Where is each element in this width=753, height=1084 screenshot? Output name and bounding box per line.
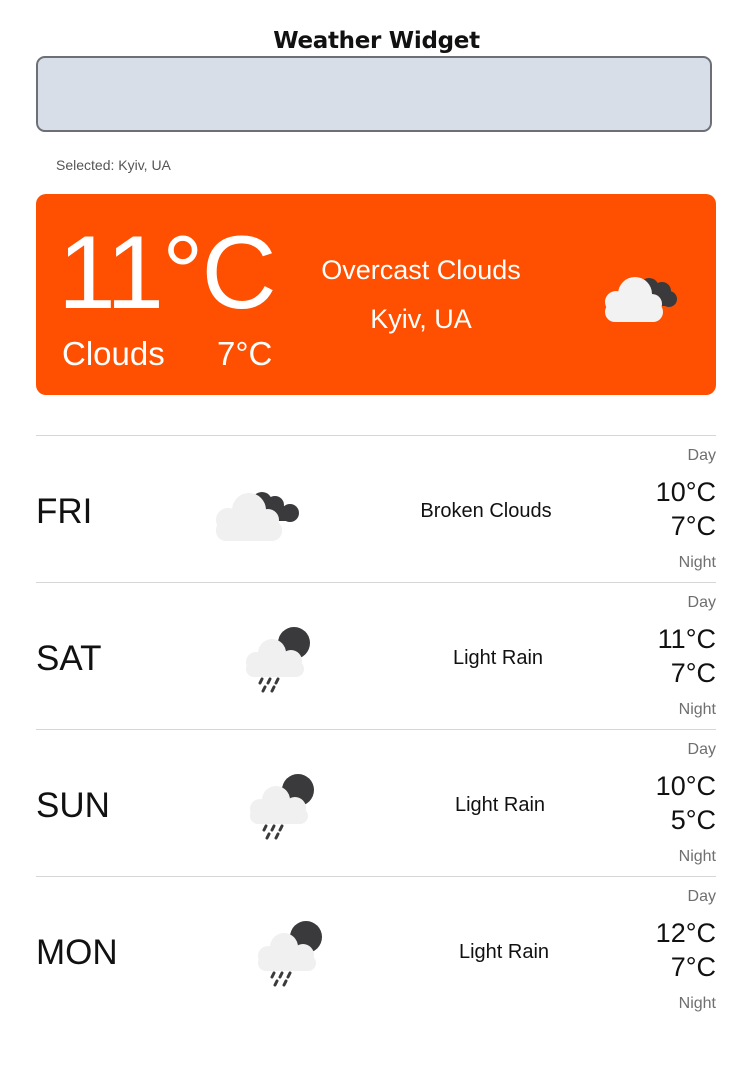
light-rain-icon xyxy=(246,627,310,693)
night-label: Night xyxy=(678,848,716,865)
forecast-row-sat: SAT Light Rain Day 11°C 7°C Night xyxy=(36,582,716,729)
current-description: Overcast Clouds xyxy=(321,255,521,285)
current-temperature: 11°C xyxy=(58,215,277,331)
light-rain-icon xyxy=(258,921,322,987)
page-title: Weather Widget xyxy=(273,28,480,54)
night-temperature: 5°C xyxy=(670,805,716,835)
forecast-row-sun: SUN Light Rain Day 10°C 5°C Night xyxy=(36,729,716,876)
forecast-description: Light Rain xyxy=(458,941,550,963)
forecast-day: FRI xyxy=(36,492,93,531)
broken-clouds-icon xyxy=(216,492,299,541)
forecast-day: SUN xyxy=(36,786,110,825)
night-label: Night xyxy=(678,995,716,1012)
day-label: Day xyxy=(687,447,716,464)
forecast-description: Light Rain xyxy=(454,794,546,816)
current-weather-card: 11°C Clouds 7°C Overcast Clouds Kyiv, UA xyxy=(36,194,716,395)
day-temperature: 12°C xyxy=(655,918,716,948)
selected-city-label: Selected: Kyiv, UA xyxy=(56,157,171,173)
forecast-day: MON xyxy=(36,933,118,972)
forecast-row-mon: MON Light Rain Day 12°C 7°C Night xyxy=(36,876,716,1023)
night-temperature: 7°C xyxy=(670,952,716,982)
day-temperature: 10°C xyxy=(655,771,716,801)
night-temperature: 7°C xyxy=(670,511,716,541)
day-label: Day xyxy=(687,741,716,758)
night-temperature: 7°C xyxy=(670,658,716,688)
forecast-day: SAT xyxy=(36,639,102,678)
current-min-temperature: 7°C xyxy=(217,335,273,372)
current-city: Kyiv, UA xyxy=(370,304,472,334)
forecast-description: Light Rain xyxy=(452,647,544,669)
day-temperature: 10°C xyxy=(655,477,716,507)
city-search-input[interactable] xyxy=(36,56,712,132)
day-label: Day xyxy=(687,888,716,905)
forecast-row-fri: FRI Broken Clouds Day 10°C 7°C Night xyxy=(36,435,716,582)
forecast-description: Broken Clouds xyxy=(420,500,552,522)
forecast-list: FRI Broken Clouds Day 10°C 7°C Night SAT xyxy=(36,435,716,1023)
day-temperature: 11°C xyxy=(657,624,716,654)
day-label: Day xyxy=(687,594,716,611)
night-label: Night xyxy=(678,701,716,718)
current-condition: Clouds xyxy=(62,335,165,372)
overcast-clouds-icon xyxy=(605,277,677,322)
light-rain-icon xyxy=(250,774,314,840)
night-label: Night xyxy=(678,554,716,571)
